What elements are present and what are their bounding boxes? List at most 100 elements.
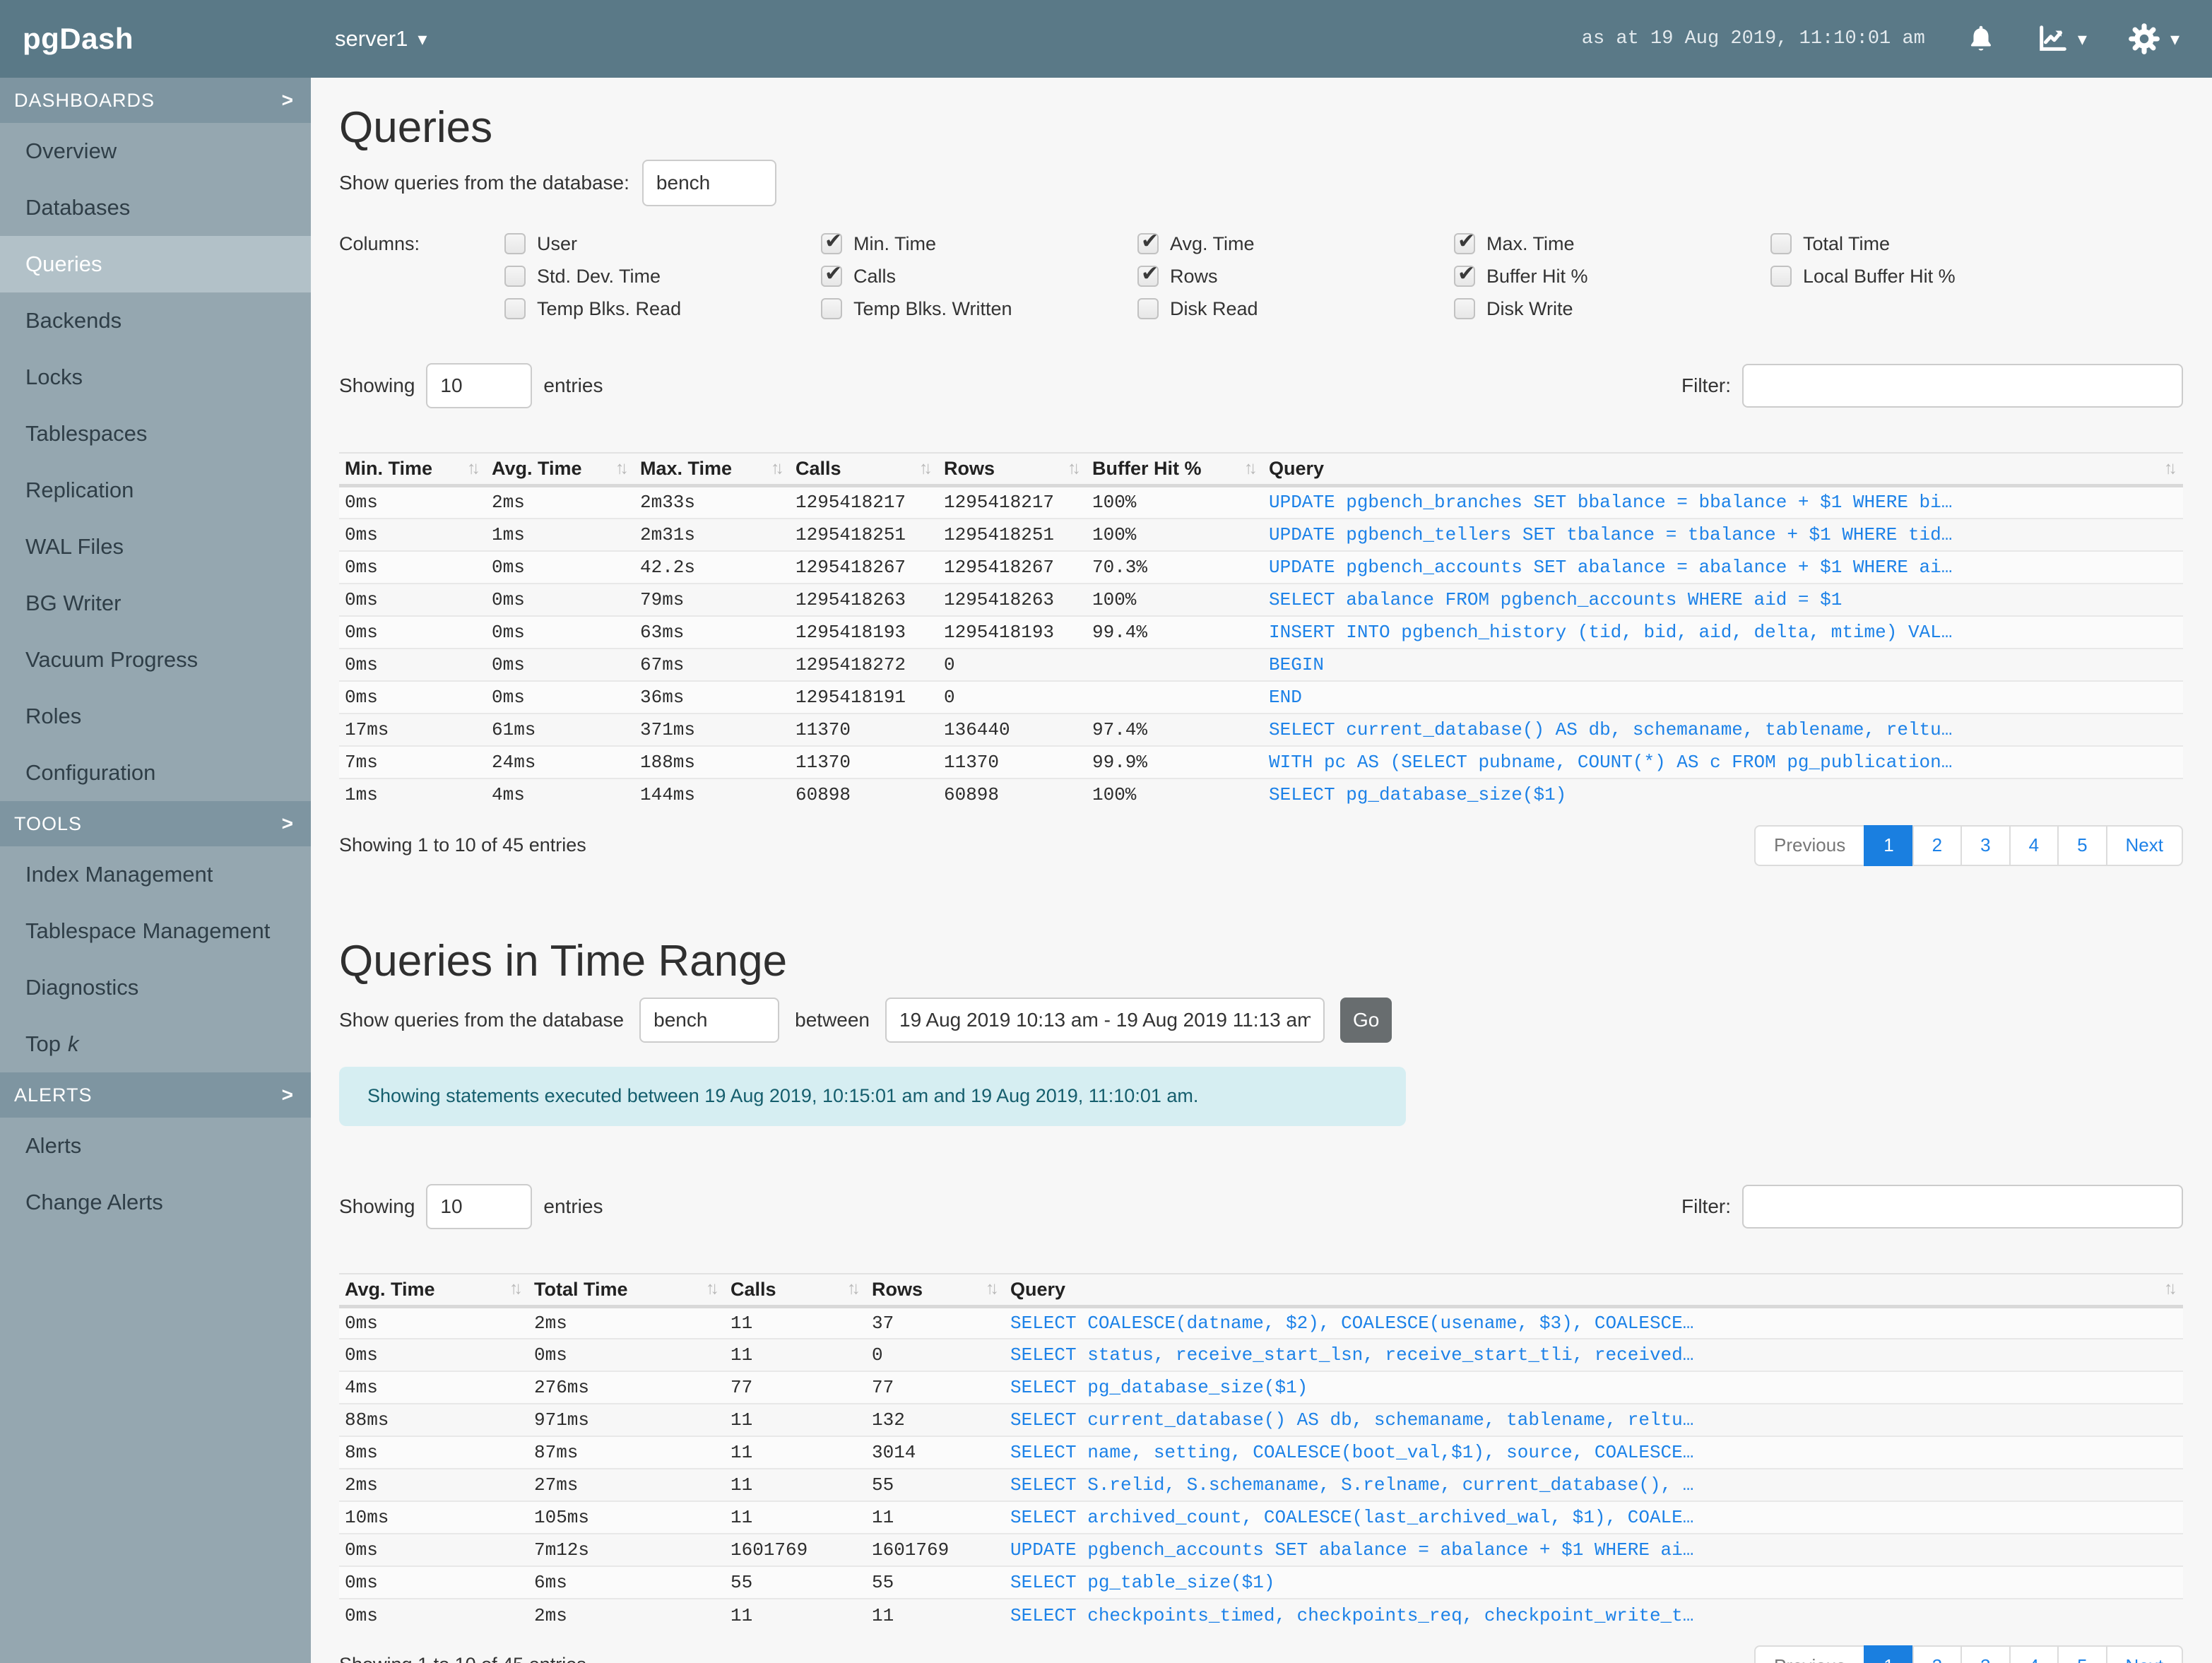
query-link[interactable]: END [1263, 680, 2183, 714]
sidebar-item-overview[interactable]: Overview [0, 123, 311, 179]
query-link[interactable]: SELECT archived_count, COALESCE(last_arc… [1005, 1501, 2183, 1534]
database-input[interactable] [641, 160, 776, 206]
query-link[interactable]: SELECT name, setting, COALESCE(boot_val,… [1005, 1436, 2183, 1469]
charts-menu[interactable]: ▾ [2037, 23, 2087, 55]
column-checkbox-total-time[interactable]: Total Time [1770, 227, 2087, 260]
query-link[interactable]: UPDATE pgbench_accounts SET abalance = a… [1263, 550, 2183, 584]
column-checkbox-rows[interactable]: Rows [1137, 260, 1454, 292]
app-logo[interactable]: pgDash [23, 22, 134, 56]
pagination-previous[interactable]: Previous [1754, 1645, 1866, 1663]
go-button[interactable]: Go [1340, 997, 1392, 1043]
sidebar-item-tablespace-management[interactable]: Tablespace Management [0, 903, 311, 959]
column-checkbox-user[interactable]: User [504, 227, 821, 260]
column-header-max-time[interactable]: Max. Time ↑↓ [634, 452, 790, 487]
column-header-query[interactable]: Query ↑↓ [1263, 452, 2183, 487]
query-link[interactable]: SELECT current_database() AS db, scheman… [1005, 1403, 2183, 1436]
sidebar-item-vacuum-progress[interactable]: Vacuum Progress [0, 632, 311, 688]
column-header-min-time[interactable]: Min. Time ↑↓ [339, 452, 486, 487]
date-range-input[interactable] [885, 997, 1325, 1043]
column-header-rows[interactable]: Rows ↑↓ [866, 1272, 1005, 1308]
pagination-next[interactable]: Next [2105, 1645, 2183, 1663]
sidebar-item-databases[interactable]: Databases [0, 179, 311, 236]
pagination-page-3[interactable]: 3 [1960, 824, 2011, 866]
column-header-total-time[interactable]: Total Time ↑↓ [528, 1272, 725, 1308]
pagination-page-3[interactable]: 3 [1960, 1645, 2011, 1663]
column-checkbox-disk-write[interactable]: Disk Write [1454, 292, 1770, 325]
sidebar-item-wal-files[interactable]: WAL Files [0, 519, 311, 575]
query-link[interactable]: SELECT abalance FROM pgbench_accounts WH… [1263, 582, 2183, 616]
sidebar-item-tablespaces[interactable]: Tablespaces [0, 406, 311, 462]
column-header-avg-time[interactable]: Avg. Time ↑↓ [486, 452, 634, 487]
pagination-page-5[interactable]: 5 [2057, 824, 2107, 866]
caret-down-icon: ▾ [2077, 28, 2087, 49]
query-link[interactable]: SELECT S.relid, S.schemaname, S.relname,… [1005, 1468, 2183, 1501]
column-checkbox-local-buffer-hit[interactable]: Local Buffer Hit % [1770, 260, 2087, 292]
query-link[interactable]: SELECT pg_database_size($1) [1005, 1371, 2183, 1404]
pagination-page-1[interactable]: 1 [1864, 1645, 1914, 1663]
pagination-page-4[interactable]: 4 [2009, 1645, 2059, 1663]
sidebar-item-label: Index Management [25, 862, 213, 887]
column-header-query[interactable]: Query ↑↓ [1005, 1272, 2183, 1308]
database-input-time-range[interactable] [639, 997, 780, 1043]
sidebar-item-roles[interactable]: Roles [0, 688, 311, 745]
sidebar-item-bg-writer[interactable]: BG Writer [0, 575, 311, 632]
query-link[interactable]: SELECT pg_database_size($1) [1263, 777, 2183, 811]
column-checkbox-temp-blks-written[interactable]: Temp Blks. Written [821, 292, 1137, 325]
filter-input-2[interactable] [1742, 1184, 2183, 1229]
query-link[interactable]: SELECT current_database() AS db, scheman… [1263, 712, 2183, 746]
query-link[interactable]: SELECT checkpoints_timed, checkpoints_re… [1005, 1598, 2183, 1631]
column-checkbox-min-time[interactable]: Min. Time [821, 227, 1137, 260]
query-link[interactable]: SELECT pg_table_size($1) [1005, 1566, 2183, 1599]
chevron-right-icon: > [281, 812, 294, 834]
pagination-page-2[interactable]: 2 [1912, 1645, 1963, 1663]
sidebar-item-queries[interactable]: Queries [0, 236, 311, 292]
sidebar-item-change-alerts[interactable]: Change Alerts [0, 1174, 311, 1231]
server-selector[interactable]: server1 ▾ [335, 26, 427, 52]
column-checkbox-calls[interactable]: Calls [821, 260, 1137, 292]
sidebar-item-diagnostics[interactable]: Diagnostics [0, 959, 311, 1016]
sidebar-section-tools[interactable]: TOOLS > [0, 801, 311, 846]
query-link[interactable]: UPDATE pgbench_accounts SET abalance = a… [1005, 1533, 2183, 1566]
settings-menu[interactable]: ▾ [2127, 21, 2180, 57]
sidebar-section-dashboards[interactable]: DASHBOARDS > [0, 78, 311, 123]
column-checkbox-std-dev-time[interactable]: Std. Dev. Time [504, 260, 821, 292]
column-header-calls[interactable]: Calls ↑↓ [790, 452, 938, 487]
column-header-rows[interactable]: Rows ↑↓ [938, 452, 1087, 487]
pagination-page-2[interactable]: 2 [1912, 824, 1963, 866]
entries-label: entries [543, 1195, 603, 1217]
notifications-bell-icon[interactable] [1965, 23, 1997, 55]
sidebar-section-alerts[interactable]: ALERTS > [0, 1072, 311, 1118]
sidebar: DASHBOARDS > Overview Databases Queries Backe… [0, 78, 311, 1663]
query-link[interactable]: INSERT INTO pgbench_history (tid, bid, a… [1263, 615, 2183, 649]
pagination-page-4[interactable]: 4 [2009, 824, 2059, 866]
column-checkbox-disk-read[interactable]: Disk Read [1137, 292, 1454, 325]
column-header-avg-time[interactable]: Avg. Time ↑↓ [339, 1272, 528, 1308]
sidebar-item-index-management[interactable]: Index Management [0, 846, 311, 903]
column-header-label: Rows [872, 1278, 923, 1300]
column-header-calls[interactable]: Calls ↑↓ [725, 1272, 866, 1308]
column-header-buffer-hit[interactable]: Buffer Hit % ↑↓ [1087, 452, 1263, 487]
column-checkbox-temp-blks-read[interactable]: Temp Blks. Read [504, 292, 821, 325]
pagination-previous[interactable]: Previous [1754, 824, 1866, 866]
query-link[interactable]: BEGIN [1263, 647, 2183, 681]
sidebar-item-locks[interactable]: Locks [0, 349, 311, 406]
query-link[interactable]: UPDATE pgbench_tellers SET tbalance = tb… [1263, 517, 2183, 551]
sidebar-item-topk[interactable]: Top k [0, 1016, 311, 1072]
query-link[interactable]: WITH pc AS (SELECT pubname, COUNT(*) AS … [1263, 745, 2183, 779]
page-size-input[interactable] [426, 363, 533, 408]
sidebar-item-backends[interactable]: Backends [0, 292, 311, 349]
sidebar-item-alerts[interactable]: Alerts [0, 1118, 311, 1174]
sidebar-item-replication[interactable]: Replication [0, 462, 311, 519]
pagination-page-5[interactable]: 5 [2057, 1645, 2107, 1663]
pagination-next[interactable]: Next [2105, 824, 2183, 866]
pagination-page-1[interactable]: 1 [1864, 824, 1914, 866]
page-size-input-2[interactable] [426, 1183, 533, 1229]
filter-input[interactable] [1742, 364, 2183, 408]
query-link[interactable]: SELECT COALESCE(datname, $2), COALESCE(u… [1005, 1306, 2183, 1339]
query-link[interactable]: UPDATE pgbench_branches SET bbalance = b… [1263, 485, 2183, 519]
query-link[interactable]: SELECT status, receive_start_lsn, receiv… [1005, 1338, 2183, 1371]
column-checkbox-buffer-hit[interactable]: Buffer Hit % [1454, 260, 1770, 292]
sidebar-item-configuration[interactable]: Configuration [0, 745, 311, 801]
column-checkbox-avg-time[interactable]: Avg. Time [1137, 227, 1454, 260]
column-checkbox-max-time[interactable]: Max. Time [1454, 227, 1770, 260]
